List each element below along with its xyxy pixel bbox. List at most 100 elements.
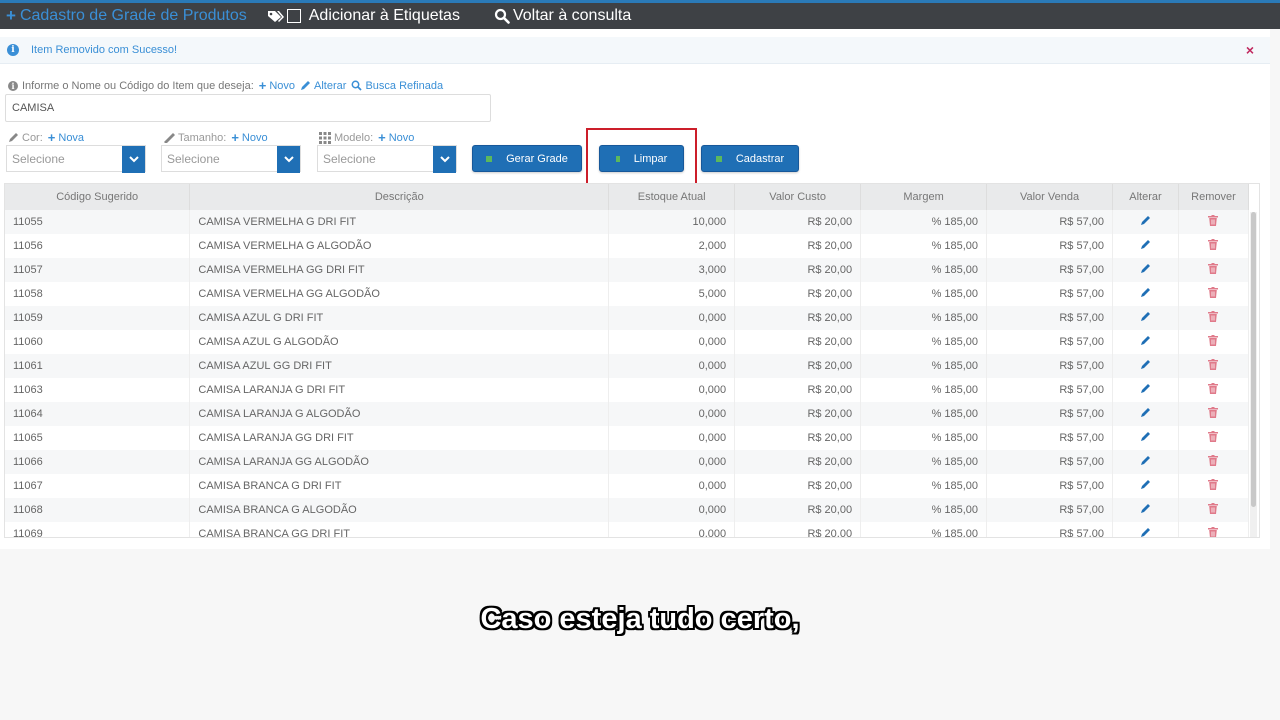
table-row[interactable]: 11068 CAMISA BRANCA G ALGODÃO 0,000 R$ 20,0… bbox=[5, 498, 1250, 522]
chevron-down-icon[interactable] bbox=[277, 146, 300, 173]
back-to-query-button[interactable]: Voltar à consulta bbox=[513, 7, 631, 25]
pencil-icon[interactable] bbox=[1140, 240, 1151, 253]
table-row[interactable]: 11059 CAMISA AZUL G DRI FIT 0,000 R$ 20,00%… bbox=[5, 306, 1250, 330]
pencil-icon[interactable] bbox=[1140, 504, 1151, 517]
cell-price: R$ 57,00 bbox=[986, 474, 1113, 498]
column-header-margin[interactable]: Margem bbox=[860, 184, 988, 210]
trash-icon[interactable] bbox=[1208, 311, 1219, 325]
add-labels-button[interactable]: Adicionar à Etiquetas bbox=[286, 7, 460, 25]
table-scrollbar[interactable] bbox=[1250, 212, 1257, 537]
new-size-link[interactable]: + Novo bbox=[231, 130, 267, 145]
trash-icon[interactable] bbox=[1208, 287, 1219, 301]
new-model-link[interactable]: + Novo bbox=[378, 130, 414, 145]
table-row[interactable]: 11055 CAMISA VERMELHA G DRI FIT 10,000 R$ 2… bbox=[5, 210, 1250, 234]
model-select[interactable]: Selecione bbox=[317, 145, 457, 173]
cell-stock: 2,000 bbox=[608, 234, 736, 258]
chevron-down-icon[interactable] bbox=[122, 146, 145, 173]
clear-button-highlight bbox=[586, 128, 697, 187]
table-row[interactable]: 11060 CAMISA AZUL G ALGODÃO 0,000 R$ 20,00%… bbox=[5, 330, 1250, 354]
pencil-icon[interactable] bbox=[1140, 384, 1151, 397]
pencil-icon[interactable] bbox=[1140, 480, 1151, 493]
trash-icon[interactable] bbox=[1208, 527, 1219, 537]
pencil-icon[interactable] bbox=[1140, 288, 1151, 301]
remove-row-cell bbox=[1178, 522, 1250, 537]
column-header-stock[interactable]: Estoque Atual bbox=[608, 184, 736, 210]
cell-code: 11065 bbox=[5, 426, 191, 450]
column-header-description[interactable]: Descrição bbox=[189, 184, 610, 210]
new-color-link[interactable]: + Nova bbox=[48, 130, 84, 145]
pencil-icon[interactable] bbox=[1140, 408, 1151, 421]
register-label: Cadastrar bbox=[735, 152, 785, 165]
edit-item-link[interactable]: Alterar bbox=[300, 80, 346, 92]
cell-price: R$ 57,00 bbox=[986, 378, 1113, 402]
table-row[interactable]: 11056 CAMISA VERMELHA G ALGODÃO 2,000 R$ 20… bbox=[5, 234, 1250, 258]
cell-cost: R$ 20,00 bbox=[734, 306, 862, 330]
table-row[interactable]: 11061 CAMISA AZUL GG DRI FIT 0,000 R$ 20,00… bbox=[5, 354, 1250, 378]
cell-stock: 5,000 bbox=[608, 282, 736, 306]
new-size-label: Novo bbox=[241, 131, 268, 144]
cell-description: CAMISA BRANCA G DRI FIT bbox=[189, 474, 610, 498]
remove-row-cell bbox=[1178, 450, 1250, 474]
chevron-down-icon[interactable] bbox=[433, 146, 456, 173]
table-row[interactable]: 11066 CAMISA LARANJA GG ALGODÃO 0,000 R$ 20… bbox=[5, 450, 1250, 474]
cell-price: R$ 57,00 bbox=[986, 330, 1113, 354]
pencil-icon[interactable] bbox=[1140, 216, 1151, 229]
table-row[interactable]: 11058 CAMISA VERMELHA GG ALGODÃO 5,000 R$ 2… bbox=[5, 282, 1250, 306]
column-header-code[interactable]: Código Sugerido bbox=[5, 184, 191, 210]
remove-row-cell bbox=[1178, 234, 1250, 258]
column-header-price[interactable]: Valor Venda bbox=[986, 184, 1113, 210]
trash-icon[interactable] bbox=[1208, 431, 1219, 445]
refined-search-link[interactable]: Busca Refinada bbox=[351, 80, 443, 92]
trash-icon[interactable] bbox=[1208, 455, 1219, 469]
trash-icon[interactable] bbox=[1208, 215, 1219, 229]
table-row[interactable]: 11057 CAMISA VERMELHA GG DRI FIT 3,000 R$ 2… bbox=[5, 258, 1250, 282]
checkbox-icon[interactable] bbox=[286, 9, 301, 23]
pencil-icon[interactable] bbox=[1140, 264, 1151, 277]
trash-icon[interactable] bbox=[1208, 407, 1219, 421]
page-title-link[interactable]: + Cadastro de Grade de Produtos bbox=[6, 6, 247, 26]
table-row[interactable]: 11064 CAMISA LARANJA G ALGODÃO 0,000 R$ 20,… bbox=[5, 402, 1250, 426]
table-row[interactable]: 11065 CAMISA LARANJA GG DRI FIT 0,000 R$ 20… bbox=[5, 426, 1250, 450]
pencil-icon[interactable] bbox=[1140, 312, 1151, 325]
cell-code: 11068 bbox=[5, 498, 191, 522]
table-row[interactable]: 11067 CAMISA BRANCA G DRI FIT 0,000 R$ 20,0… bbox=[5, 474, 1250, 498]
cell-code: 11066 bbox=[5, 450, 191, 474]
pencil-icon[interactable] bbox=[1140, 528, 1151, 537]
trash-icon[interactable] bbox=[1208, 359, 1219, 373]
pencil-icon[interactable] bbox=[1140, 432, 1151, 445]
table-row[interactable]: 11069 CAMISA BRANCA GG DRI FIT 0,000 R$ 20,… bbox=[5, 522, 1250, 537]
close-icon[interactable]: × bbox=[1246, 42, 1254, 58]
back-to-query-label: Voltar à consulta bbox=[512, 7, 632, 24]
success-alert: i Item Removido com Sucesso! × bbox=[0, 37, 1270, 64]
register-button[interactable]: Cadastrar bbox=[701, 145, 799, 172]
column-header-cost[interactable]: Valor Custo bbox=[734, 184, 862, 210]
search-input[interactable] bbox=[5, 94, 491, 122]
trash-icon[interactable] bbox=[1208, 383, 1219, 397]
cell-code: 11055 bbox=[5, 210, 191, 234]
generate-grid-button[interactable]: Gerar Grade bbox=[472, 145, 582, 172]
cell-code: 11059 bbox=[5, 306, 191, 330]
cell-price: R$ 57,00 bbox=[986, 426, 1113, 450]
plus-icon: + bbox=[231, 130, 239, 145]
new-item-link[interactable]: + Novo bbox=[259, 78, 295, 93]
trash-icon[interactable] bbox=[1208, 239, 1219, 253]
table-row[interactable]: 11063 CAMISA LARANJA G DRI FIT 0,000 R$ 20,… bbox=[5, 378, 1250, 402]
scrollbar-thumb[interactable] bbox=[1251, 212, 1256, 507]
trash-icon[interactable] bbox=[1208, 479, 1219, 493]
cell-code: 11057 bbox=[5, 258, 191, 282]
trash-icon[interactable] bbox=[1208, 335, 1219, 349]
trash-icon[interactable] bbox=[1208, 503, 1219, 517]
pencil-icon[interactable] bbox=[1140, 456, 1151, 469]
trash-icon[interactable] bbox=[1208, 263, 1219, 277]
cell-margin: % 185,00 bbox=[860, 450, 988, 474]
edit-item-label: Alterar bbox=[314, 79, 347, 92]
size-filter-label-row: Tamanho: + Novo bbox=[163, 130, 268, 145]
cell-cost: R$ 20,00 bbox=[734, 522, 862, 537]
new-model-label: Novo bbox=[388, 131, 415, 144]
cell-code: 11064 bbox=[5, 402, 191, 426]
color-select[interactable]: Selecione bbox=[6, 145, 146, 173]
cell-code: 11067 bbox=[5, 474, 191, 498]
pencil-icon[interactable] bbox=[1140, 360, 1151, 373]
pencil-icon[interactable] bbox=[1140, 336, 1151, 349]
size-select[interactable]: Selecione bbox=[161, 145, 301, 173]
